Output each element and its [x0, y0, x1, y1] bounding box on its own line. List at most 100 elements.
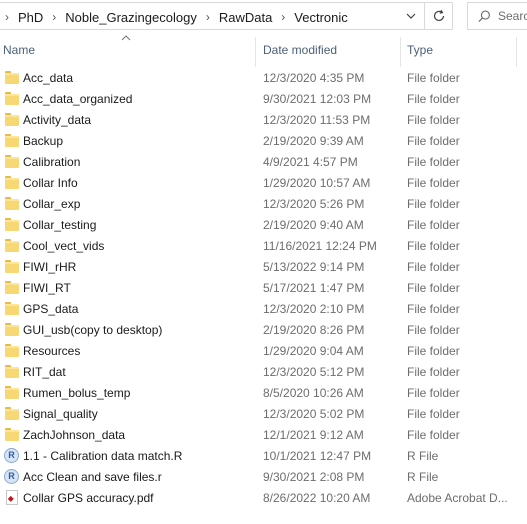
- column-header-row: Name Date modified Type: [0, 33, 527, 67]
- folder-icon: [5, 428, 19, 441]
- breadcrumb-item-vectronic[interactable]: Vectronic: [289, 10, 352, 25]
- date-modified: 12/3/2020 11:53 PM: [263, 113, 371, 127]
- list-item[interactable]: FIWI_RT 5/17/2021 1:47 PM File folder: [0, 278, 527, 299]
- folder-icon: [5, 155, 19, 168]
- file-name: Calibration: [23, 155, 81, 169]
- list-item[interactable]: Acc_data_organized 9/30/2021 12:03 PM File…: [0, 89, 527, 110]
- folder-icon: [5, 386, 19, 399]
- r-file-icon: R: [4, 448, 19, 463]
- chevron-down-icon[interactable]: [397, 3, 425, 29]
- chevron-right-icon[interactable]: ›: [0, 10, 13, 24]
- list-item[interactable]: GPS_data 12/3/2020 2:10 PM File folder: [0, 299, 527, 320]
- date-modified: 2/19/2020 9:40 AM: [263, 218, 364, 232]
- date-modified: 2/19/2020 8:26 PM: [263, 323, 365, 337]
- file-type: File folder: [407, 197, 460, 211]
- list-item[interactable]: Collar_testing 2/19/2020 9:40 AM File fold…: [0, 215, 527, 236]
- file-name: FIWI_rHR: [23, 260, 77, 274]
- date-modified: 1/29/2020 10:57 AM: [263, 176, 371, 190]
- file-name: Acc_data_organized: [23, 92, 133, 106]
- file-type: File folder: [407, 428, 460, 442]
- file-name: Acc Clean and save files.r: [23, 470, 162, 484]
- date-modified: 1/29/2020 9:04 AM: [263, 344, 364, 358]
- folder-icon: [5, 134, 19, 147]
- date-modified: 5/13/2022 9:14 PM: [263, 260, 365, 274]
- date-modified: 11/16/2021 12:24 PM: [263, 239, 377, 253]
- list-item[interactable]: Signal_quality 12/3/2020 5:02 PM File fold…: [0, 404, 527, 425]
- list-item[interactable]: Backup 2/19/2020 9:39 AM File folder: [0, 131, 527, 152]
- folder-icon: [5, 281, 19, 294]
- date-modified: 8/26/2022 10:20 AM: [263, 491, 371, 505]
- date-modified: 12/3/2020 2:10 PM: [263, 302, 365, 316]
- file-name: GUI_usb(copy to desktop): [23, 323, 163, 337]
- chevron-right-icon[interactable]: ›: [202, 10, 214, 24]
- list-item[interactable]: RIT_dat 12/3/2020 5:12 PM File folder: [0, 362, 527, 383]
- pdf-file-icon: ⬥: [6, 490, 18, 505]
- folder-icon: [5, 218, 19, 231]
- column-header-name[interactable]: Name: [3, 43, 35, 57]
- list-item[interactable]: R 1.1 - Calibration data match.R 10/1/2021…: [0, 446, 527, 467]
- folder-icon: [5, 407, 19, 420]
- breadcrumb-item-noble-grazingecology[interactable]: Noble_Grazingecology: [60, 10, 202, 25]
- file-name: Collar_exp: [23, 197, 81, 211]
- file-type: File folder: [407, 239, 460, 253]
- file-name: Signal_quality: [23, 407, 98, 421]
- list-item[interactable]: GUI_usb(copy to desktop) 2/19/2020 8:26 P…: [0, 320, 527, 341]
- list-item[interactable]: Resources 1/29/2020 9:04 AM File folder: [0, 341, 527, 362]
- search-placeholder: Search: [497, 9, 527, 23]
- list-item[interactable]: Activity_data 12/3/2020 11:53 PM File fold…: [0, 110, 527, 131]
- file-type: File folder: [407, 155, 460, 169]
- file-name: Collar Info: [23, 176, 78, 190]
- date-modified: 2/19/2020 9:39 AM: [263, 134, 364, 148]
- list-item[interactable]: FIWI_rHR 5/13/2022 9:14 PM File folder: [0, 257, 527, 278]
- column-header-type[interactable]: Type: [407, 43, 433, 57]
- date-modified: 12/3/2020 5:12 PM: [263, 365, 365, 379]
- list-item[interactable]: Cool_vect_vids 11/16/2021 12:24 PM File fo…: [0, 236, 527, 257]
- folder-icon: [5, 197, 19, 210]
- file-type: File folder: [407, 386, 460, 400]
- chevron-right-icon[interactable]: ›: [277, 10, 289, 24]
- file-type: R File: [407, 449, 439, 463]
- folder-icon: [5, 239, 19, 252]
- folder-icon: [5, 71, 19, 84]
- list-item[interactable]: Rumen_bolus_temp 8/5/2020 10:26 AM File fo…: [0, 383, 527, 404]
- column-divider[interactable]: [516, 37, 517, 67]
- sort-ascending-icon: [121, 33, 131, 43]
- file-type: File folder: [407, 323, 460, 337]
- folder-icon: [5, 260, 19, 273]
- list-item[interactable]: Collar Info 1/29/2020 10:57 AM File folder: [0, 173, 527, 194]
- file-type: File folder: [407, 71, 460, 85]
- date-modified: 12/1/2021 9:12 AM: [263, 428, 364, 442]
- file-type: R File: [407, 470, 439, 484]
- list-item[interactable]: ⬥ Collar GPS accuracy.pdf 8/26/2022 10:20 …: [0, 488, 527, 509]
- refresh-icon: [433, 9, 444, 22]
- date-modified: 4/9/2021 4:57 PM: [263, 155, 358, 169]
- refresh-button[interactable]: [425, 2, 453, 30]
- list-item[interactable]: R Acc Clean and save files.r 9/30/2021 2:0…: [0, 467, 527, 488]
- file-name: Backup: [23, 134, 64, 148]
- date-modified: 9/30/2021 12:03 PM: [263, 92, 372, 106]
- column-divider[interactable]: [400, 37, 401, 67]
- file-name: Collar_testing: [23, 218, 97, 232]
- date-modified: 12/3/2020 5:02 PM: [263, 407, 365, 421]
- breadcrumb: › PhD › Noble_Grazingecology › RawData ›…: [0, 3, 353, 31]
- list-item[interactable]: Collar_exp 12/3/2020 5:26 PM File folder: [0, 194, 527, 215]
- file-list: Acc_data 12/3/2020 4:35 PM File folder Acc_…: [0, 68, 527, 509]
- folder-icon: [5, 92, 19, 105]
- file-type: File folder: [407, 281, 460, 295]
- folder-icon: [5, 344, 19, 357]
- column-divider[interactable]: [255, 37, 256, 67]
- address-bar[interactable]: › PhD › Noble_Grazingecology › RawData ›…: [0, 2, 425, 30]
- search-input[interactable]: Search: [467, 2, 527, 30]
- file-type: File folder: [407, 344, 460, 358]
- chevron-right-icon[interactable]: ›: [48, 10, 60, 24]
- date-modified: 10/1/2021 12:47 PM: [263, 449, 372, 463]
- search-icon: [478, 10, 490, 22]
- column-header-date-modified[interactable]: Date modified: [263, 43, 337, 57]
- list-item[interactable]: Calibration 4/9/2021 4:57 PM File folder: [0, 152, 527, 173]
- list-item[interactable]: Acc_data 12/3/2020 4:35 PM File folder: [0, 68, 527, 89]
- breadcrumb-item-phd[interactable]: PhD: [13, 10, 48, 25]
- breadcrumb-item-rawdata[interactable]: RawData: [214, 10, 277, 25]
- file-type: File folder: [407, 260, 460, 274]
- list-item[interactable]: ZachJohnson_data 12/1/2021 9:12 AM File fo…: [0, 425, 527, 446]
- file-type: File folder: [407, 218, 460, 232]
